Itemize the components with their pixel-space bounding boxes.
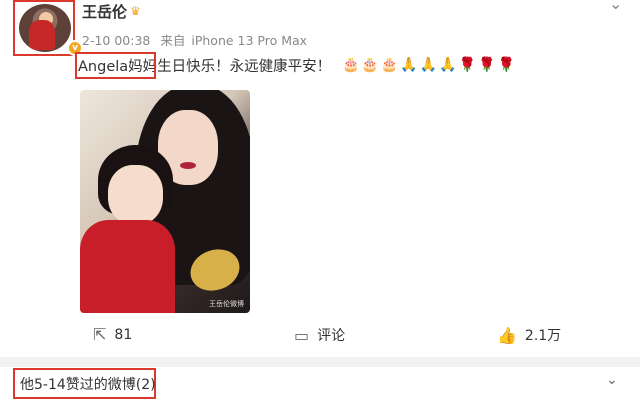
photo-watermark: 王岳伦微博: [209, 300, 244, 308]
comment-button[interactable]: ▭ 评论: [294, 325, 345, 345]
post-photo[interactable]: 王岳伦微博: [80, 90, 250, 313]
photo-child-body: [80, 220, 175, 313]
username[interactable]: 王岳伦: [82, 1, 127, 22]
photo-child-face: [108, 165, 163, 225]
section-divider: [0, 357, 640, 367]
text-highlight-box: [75, 52, 156, 79]
liked-posts-link[interactable]: 他5-14赞过的微博(2): [20, 374, 156, 394]
comment-icon: ▭: [294, 326, 310, 345]
photo-lips: [180, 162, 196, 169]
post-meta: 2-10 00:38 来自 iPhone 13 Pro Max: [82, 30, 313, 49]
post-time: 2-10 00:38: [82, 33, 151, 48]
comment-label: 评论: [317, 328, 346, 344]
share-icon: ⇱: [93, 325, 107, 344]
emoji-row: 🎂🎂🎂🙏🙏🙏🌹🌹🌹: [342, 57, 517, 73]
device-name: iPhone 13 Pro Max: [191, 33, 308, 48]
like-button[interactable]: 👍 2.1万: [497, 325, 561, 345]
share-count: 81: [114, 327, 133, 343]
source-prefix: 来自: [160, 33, 186, 48]
avatar-body: [29, 20, 55, 50]
share-button[interactable]: ⇱ 81: [93, 325, 132, 344]
crown-icon: ♛: [130, 4, 141, 18]
thumbs-up-icon: 👍: [497, 326, 517, 345]
avatar[interactable]: [19, 4, 71, 52]
like-count: 2.1万: [524, 328, 562, 344]
avatar-highlight: v: [13, 0, 83, 56]
expand-chevron-icon[interactable]: ⌄: [606, 372, 618, 388]
more-chevron-icon[interactable]: ⌄: [609, 0, 622, 13]
